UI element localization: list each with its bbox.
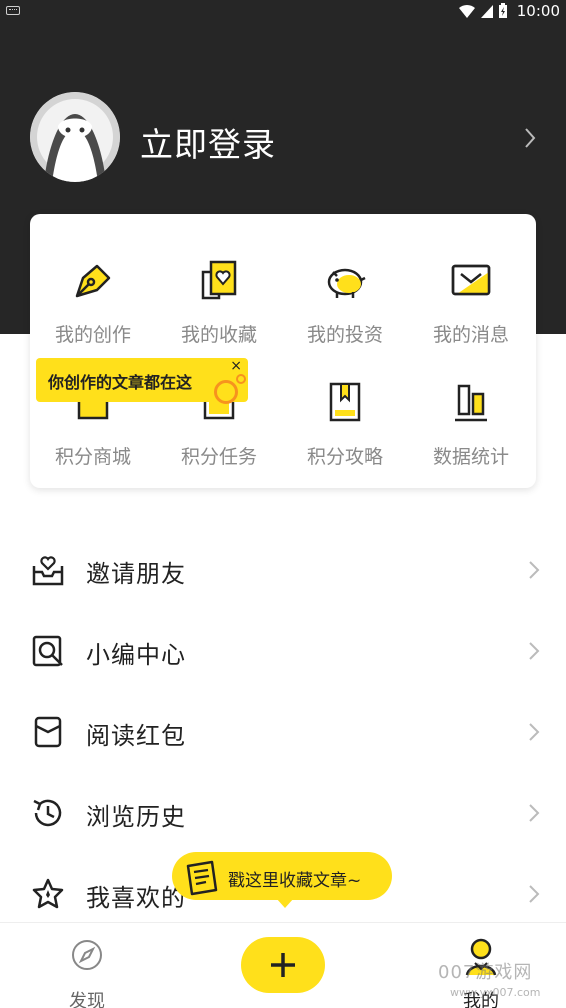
creation-tooltip[interactable]: 你创作的文章都在这 × [36,358,248,404]
compass-icon [72,940,102,970]
ring-decoration-small [236,374,246,384]
grid-item-my-messages[interactable]: 我的消息 [408,214,534,346]
watermark: 007游戏网 [438,962,533,983]
notebook-icon [186,860,218,896]
signal-icon [481,5,493,18]
tooltip-text: 戳这里收藏文章~ [228,871,362,891]
chevron-right-icon[interactable] [520,124,540,152]
menu-label: 邀请朋友 [86,560,186,588]
wifi-icon [459,4,475,18]
tooltip-text: 你创作的文章都在这 [48,373,193,392]
chevron-right-icon [529,561,540,579]
tab-discover[interactable]: 发现 [52,937,122,1008]
grid-item-points-guide[interactable]: 积分攻略 [282,336,408,468]
add-button[interactable] [241,937,325,993]
message-icon [451,264,491,296]
star-icon [32,878,64,909]
piggy-bank-icon [327,268,366,298]
grid-label: 数据统计 [432,446,509,468]
menu-label: 小编中心 [86,641,186,669]
chevron-right-icon [529,885,540,903]
menu-item-browse-history[interactable]: 浏览历史 [0,773,566,853]
grid-label: 积分攻略 [306,446,383,468]
menu-label: 阅读红包 [86,722,186,750]
chevron-right-icon [529,723,540,741]
plus-icon [271,953,295,977]
collect-tooltip[interactable]: 戳这里收藏文章~ [172,852,392,908]
status-bar: 10:00 [0,0,566,24]
grid-item-my-favorites[interactable]: 我的收藏 [156,214,282,346]
keyboard-icon [6,6,20,15]
avatar[interactable] [30,92,120,182]
invite-icon [32,556,64,586]
clock: 10:00 [516,2,560,20]
grid-label: 积分任务 [180,446,257,468]
grid-item-my-investment[interactable]: 我的投资 [282,214,408,346]
login-prompt[interactable]: 立即登录 [140,118,276,166]
menu-label: 我喜欢的 [86,884,186,912]
grid-item-my-creation[interactable]: 我的创作 [30,214,156,346]
grid-label: 积分商城 [54,446,131,468]
guide-book-icon [329,382,361,422]
feature-card: 我的创作 我的收藏 我的投资 我的消息 积分商城 积分任务 积分攻略 数据统计 [30,214,536,488]
red-packet-icon [34,716,62,748]
menu-item-editor-center[interactable]: 小编中心 [0,611,566,691]
default-avatar-icon [30,92,120,182]
menu-item-invite-friends[interactable]: 邀请朋友 [0,530,566,610]
close-icon[interactable]: × [230,358,242,374]
favorites-icon [201,260,237,300]
ring-decoration [214,380,238,404]
menu-item-read-red-packet[interactable]: 阅读红包 [0,692,566,772]
tab-label: 发现 [69,991,105,1008]
grid-item-data-stats[interactable]: 数据统计 [408,336,534,468]
battery-icon [499,3,507,18]
bar-chart-icon [455,384,487,422]
pen-icon [75,264,111,298]
chevron-right-icon [529,804,540,822]
menu-label: 浏览历史 [86,803,186,831]
editor-search-icon [32,635,63,667]
history-icon [33,799,62,827]
watermark-url: www.yx007.com [450,986,541,999]
chevron-right-icon [529,642,540,660]
